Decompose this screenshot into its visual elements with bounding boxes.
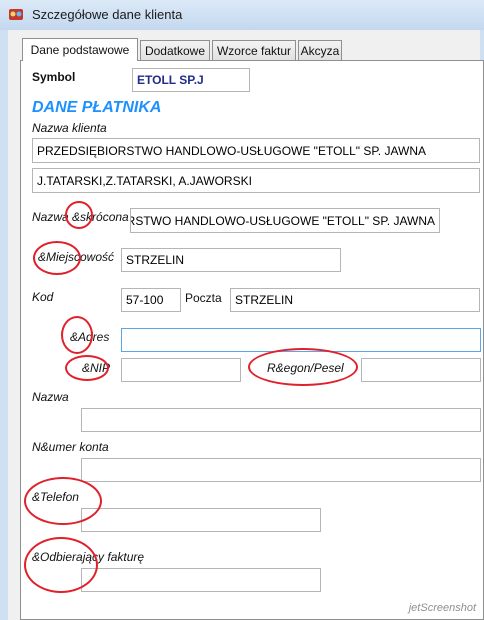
annotation-circle-odbierajacy [24,537,98,593]
app-icon [9,9,23,20]
kod-field[interactable]: 57-100 [121,288,181,312]
miejscowosc-field[interactable]: STRZELIN [121,248,341,272]
nazwa-klienta-field-line2[interactable]: J.TATARSKI,Z.TATARSKI, A.JAWORSKI [32,168,480,193]
nazwa-klienta-field-line1[interactable]: PRZEDSIĘBIORSTWO HANDLOWO-USŁUGOWE "ETOL… [32,138,480,163]
telefon-field[interactable] [81,508,321,532]
annotation-circle-adres [61,316,93,354]
symbol-field[interactable]: ETOLL SP.J [132,68,250,92]
poczta-label: Poczta [185,291,222,305]
nazwa-label: Nazwa [32,390,69,404]
tab-wzorce-faktur[interactable]: Wzorce faktur [212,40,296,60]
symbol-label: Symbol [32,70,76,84]
numer-konta-label: N&umer konta [32,440,109,454]
nazwa-klienta-label: Nazwa klienta [32,121,107,135]
annotation-circle-regon [248,348,358,386]
tab-akcyza[interactable]: Akcyza [298,40,342,60]
annotation-circle-skrocona [65,201,93,229]
nip-field[interactable] [121,358,241,382]
tab-dane-podstawowe[interactable]: Dane podstawowe [22,38,138,61]
watermark: jetScreenshot [408,602,476,614]
tab-dodatkowe[interactable]: Dodatkowe [140,40,210,60]
annotation-circle-telefon [24,477,102,525]
poczta-field[interactable]: STRZELIN [230,288,480,312]
odbierajacy-field[interactable] [81,568,321,592]
annotation-circle-miejscowosc [33,241,81,275]
nazwa-field[interactable] [81,408,481,432]
numer-konta-field[interactable] [81,458,481,482]
kod-label: Kod [32,290,54,304]
nazwa-skrocona-field[interactable]: RSTWO HANDLOWO-USŁUGOWE "ETOLL" SP. JAWN… [130,208,440,233]
regon-field[interactable] [361,358,481,382]
window-title: Szczegółowe dane klienta [32,7,183,22]
section-title: DANE PŁATNIKA [32,99,162,116]
window-left-border [0,30,8,620]
annotation-circle-nip [65,355,109,381]
